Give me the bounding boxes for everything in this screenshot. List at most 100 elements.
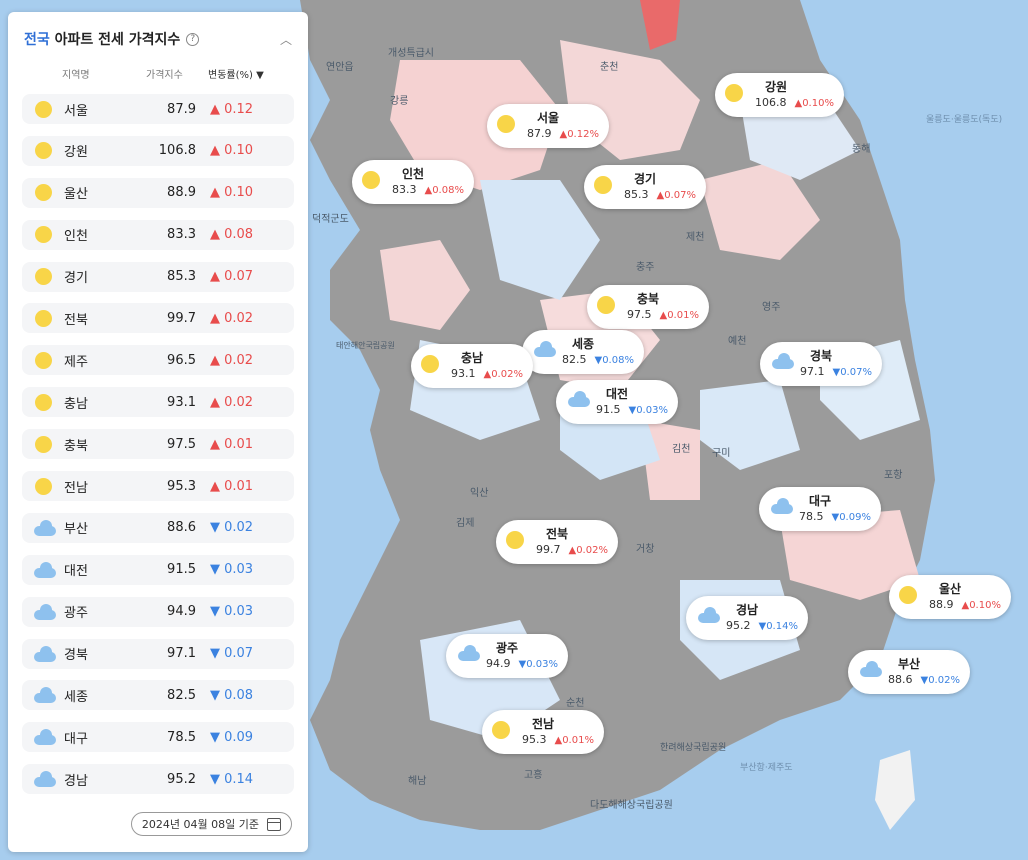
item-change-rate: ▼ 0.09: [210, 729, 254, 745]
list-item[interactable]: 부산 88.6 ▼ 0.02: [22, 512, 294, 543]
list-item[interactable]: 세종 82.5 ▼ 0.08: [22, 680, 294, 711]
map-label: 연안읍: [326, 62, 354, 73]
item-price-index: 97.1: [167, 646, 196, 662]
item-change-rate: ▼ 0.03: [210, 562, 254, 578]
region-bubble-chungbuk[interactable]: 충북 97.5 ▲0.01%: [587, 285, 709, 329]
map-label: 김제: [456, 518, 475, 529]
item-price-index: 95.3: [167, 478, 196, 494]
item-change-rate: ▲ 0.02: [210, 352, 254, 368]
region-name: 강원: [765, 79, 788, 94]
chevron-up-icon[interactable]: ︿: [280, 31, 292, 48]
region-change: ▼0.02%: [920, 674, 960, 686]
region-name: 부산: [898, 656, 921, 671]
column-price-index: 가격지수: [146, 70, 183, 81]
column-change-sort[interactable]: 변동률(%) ▼: [208, 66, 264, 82]
item-change-rate: ▲ 0.12: [210, 101, 254, 117]
region-bubble-gyeonggi[interactable]: 경기 85.3 ▲0.07%: [584, 165, 706, 209]
sun-icon: [34, 435, 52, 453]
region-bubble-ulsan[interactable]: 울산 88.9 ▲0.10%: [889, 575, 1011, 619]
list-item[interactable]: 경북 97.1 ▼ 0.07: [22, 638, 294, 669]
region-bubble-jeonbuk[interactable]: 전북 99.7 ▲0.02%: [496, 520, 618, 564]
region-bubble-gyeongnam[interactable]: 경남 95.2 ▼0.14%: [686, 596, 808, 640]
sun-icon: [597, 296, 615, 314]
item-price-index: 88.6: [167, 520, 196, 536]
list-item[interactable]: 전북 99.7 ▲ 0.02: [22, 303, 294, 334]
region-change: ▲0.02%: [568, 544, 608, 556]
region-bubble-chungnam[interactable]: 충남 93.1 ▲0.02%: [411, 344, 533, 388]
list-item[interactable]: 울산 88.9 ▲ 0.10: [22, 177, 294, 208]
map-label: 익산: [470, 488, 489, 499]
item-region-name: 대구: [64, 731, 88, 747]
region-name: 충북: [637, 291, 660, 306]
list-item[interactable]: 충북 97.5 ▲ 0.01: [22, 429, 294, 460]
item-price-index: 97.5: [167, 436, 196, 452]
region-scope-selector[interactable]: 전국: [24, 32, 50, 48]
region-change: ▲0.12%: [559, 128, 599, 140]
region-bubble-seoul[interactable]: 서울 87.9 ▲0.12%: [487, 104, 609, 148]
item-region-name: 경북: [64, 648, 88, 664]
list-item[interactable]: 전남 95.3 ▲ 0.01: [22, 471, 294, 502]
sun-icon: [899, 586, 917, 604]
item-region-name: 서울: [64, 103, 88, 119]
map-label: 고흥: [524, 770, 543, 781]
item-price-index: 93.1: [167, 394, 196, 410]
cloud-icon: [770, 353, 796, 369]
region-name: 전북: [546, 526, 569, 541]
region-change: ▼0.07%: [832, 366, 872, 378]
list-item[interactable]: 제주 96.5 ▲ 0.02: [22, 345, 294, 376]
region-index: 95.3: [522, 732, 547, 746]
list-item[interactable]: 서울 87.9 ▲ 0.12: [22, 94, 294, 124]
item-region-name: 충남: [64, 396, 88, 412]
region-bubble-jeonnam[interactable]: 전남 95.3 ▲0.01%: [482, 710, 604, 754]
map-label: 부산항·제주도: [740, 763, 793, 773]
list-item[interactable]: 경기 85.3 ▲ 0.07: [22, 261, 294, 292]
item-change-rate: ▼ 0.03: [210, 604, 254, 620]
region-bubble-daejeon[interactable]: 대전 91.5 ▼0.03%: [556, 380, 678, 424]
region-index: 87.9: [527, 126, 552, 140]
list-item[interactable]: 대전 91.5 ▼ 0.03: [22, 554, 294, 585]
map-label: 순천: [566, 698, 585, 709]
region-bubble-gangwon[interactable]: 강원 106.8 ▲0.10%: [715, 73, 844, 117]
list-item[interactable]: 충남 93.1 ▲ 0.02: [22, 387, 294, 418]
region-change: ▼0.14%: [758, 620, 798, 632]
cloud-icon: [32, 771, 56, 788]
region-bubble-busan[interactable]: 부산 88.6 ▼0.02%: [848, 650, 970, 694]
region-name: 대구: [809, 493, 832, 508]
item-region-name: 경남: [64, 773, 88, 789]
region-bubble-gwangju[interactable]: 광주 94.9 ▼0.03%: [446, 634, 568, 678]
list-item[interactable]: 강원 106.8 ▲ 0.10: [22, 135, 294, 166]
list-item[interactable]: 대구 78.5 ▼ 0.09: [22, 722, 294, 753]
region-change: ▲0.01%: [554, 734, 594, 746]
region-change: ▼0.08%: [594, 354, 634, 366]
region-index: 99.7: [536, 542, 561, 556]
item-price-index: 83.3: [167, 227, 196, 243]
item-change-rate: ▲ 0.02: [210, 394, 254, 410]
item-price-index: 99.7: [167, 310, 196, 326]
list-item[interactable]: 경남 95.2 ▼ 0.14: [22, 764, 294, 795]
sun-icon: [34, 309, 52, 327]
map-label: 포항: [884, 470, 903, 481]
region-name: 경북: [810, 348, 833, 363]
region-bubble-sejong[interactable]: 세종 82.5 ▼0.08%: [522, 330, 644, 374]
cloud-icon: [456, 645, 482, 661]
map-label: 강릉: [390, 96, 409, 107]
region-change: ▼0.03%: [628, 404, 668, 416]
region-index: 94.9: [486, 656, 511, 670]
region-list: 서울 87.9 ▲ 0.12 강원 106.8 ▲ 0.10 울산 88.9 ▲ 0.10 인천 8…: [8, 94, 308, 795]
region-bubble-daegu[interactable]: 대구 78.5 ▼0.09%: [759, 487, 881, 531]
help-icon[interactable]: ?: [186, 32, 200, 46]
region-bubble-gyeongbuk[interactable]: 경북 97.1 ▼0.07%: [760, 342, 882, 386]
region-index: 106.8: [755, 95, 787, 109]
item-price-index: 85.3: [167, 269, 196, 285]
region-bubble-incheon[interactable]: 인천 83.3 ▲0.08%: [352, 160, 474, 204]
map-label: 거창: [636, 544, 655, 555]
map-label: 개성특급시: [388, 48, 434, 59]
region-name: 울산: [939, 581, 962, 596]
region-index: 93.1: [451, 366, 476, 380]
region-index: 95.2: [726, 618, 751, 632]
date-selector[interactable]: 2024년 04월 08일 기준: [130, 812, 292, 836]
list-item[interactable]: 광주 94.9 ▼ 0.03: [22, 596, 294, 627]
list-item[interactable]: 인천 83.3 ▲ 0.08: [22, 219, 294, 250]
item-change-rate: ▲ 0.08: [210, 227, 254, 243]
cloud-icon: [32, 645, 56, 662]
